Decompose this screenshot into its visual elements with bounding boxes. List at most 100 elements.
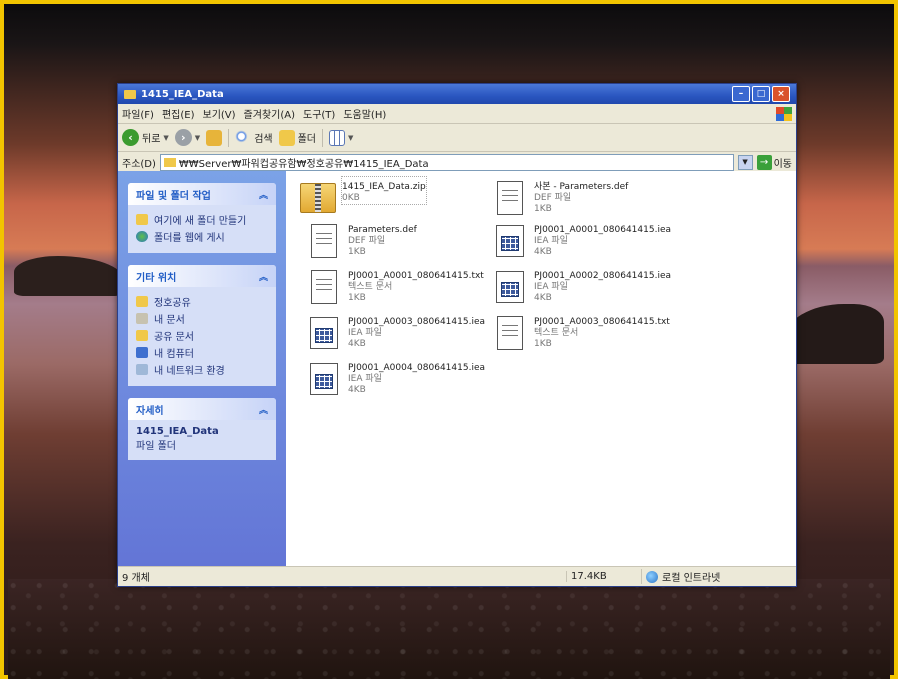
file-name: 사본 - Parameters.def xyxy=(534,182,629,192)
file-item[interactable]: PJ0001_A0004_080641415.iea IEA 파일 4KB xyxy=(306,358,492,398)
chevron-down-icon: ▼ xyxy=(163,133,169,142)
folder-icon xyxy=(124,89,136,99)
place-label: 내 컴퓨터 xyxy=(154,349,194,360)
forward-arrow-icon: › xyxy=(174,129,192,146)
file-size: 1KB xyxy=(534,339,552,349)
back-label: 뒤로 xyxy=(142,134,161,145)
details-panel-header[interactable]: 자세히 ︽ xyxy=(128,398,276,420)
tasks-panel-title: 파일 및 폴더 작업 xyxy=(136,190,211,202)
folders-button[interactable]: 폴더 xyxy=(278,129,316,146)
zip-icon xyxy=(300,183,336,213)
menu-help[interactable]: 도움말(H) xyxy=(343,106,386,121)
chevron-down-icon: ▼ xyxy=(348,133,354,142)
new-folder-icon xyxy=(136,214,148,225)
search-icon xyxy=(235,129,252,146)
file-name: PJ0001_A0001_080641415.iea xyxy=(534,225,671,235)
menu-edit[interactable]: 편집(E) xyxy=(162,106,195,121)
folders-label: 폴더 xyxy=(297,134,316,145)
maximize-button[interactable]: □ xyxy=(752,86,770,102)
file-item[interactable]: 1415_IEA_Data.zip 0KB xyxy=(300,176,486,217)
menu-view[interactable]: 보기(V) xyxy=(203,106,236,121)
task-new-folder[interactable]: 여기에 새 폴더 만들기 xyxy=(136,211,268,228)
collapse-icon[interactable]: ︽ xyxy=(259,270,268,283)
place-label: 내 네트워크 환경 xyxy=(154,366,225,377)
file-type: IEA 파일 xyxy=(534,282,568,292)
address-path: ₩₩Server₩파워컵공유함₩정호공유₩1415_IEA_Data xyxy=(178,158,429,170)
collapse-icon[interactable]: ︽ xyxy=(259,403,268,416)
file-item[interactable]: PJ0001_A0001_080641415.txt 텍스트 문서 1KB xyxy=(306,266,492,306)
chevron-down-icon: ▼ xyxy=(194,133,201,142)
menu-file[interactable]: 파일(F) xyxy=(122,106,154,121)
place-label: 정호공유 xyxy=(154,298,191,309)
file-type: IEA 파일 xyxy=(348,374,382,384)
forward-button[interactable]: › ▼ xyxy=(174,129,201,146)
iea-file-icon xyxy=(310,363,338,395)
iea-file-icon xyxy=(496,225,524,257)
folder-icon xyxy=(163,157,176,167)
file-size: 1KB xyxy=(534,204,552,214)
file-item[interactable]: PJ0001_A0002_080641415.iea IEA 파일 4KB xyxy=(492,266,678,306)
intranet-globe-icon xyxy=(646,570,658,583)
sea-rock xyxy=(14,256,124,296)
place-shared-documents[interactable]: 공유 문서 xyxy=(136,327,268,344)
file-name: PJ0001_A0004_080641415.iea xyxy=(348,363,485,373)
minimize-button[interactable]: – xyxy=(732,86,750,102)
details-type: 파일 폴더 xyxy=(136,441,176,452)
windows-logo-icon xyxy=(776,106,792,121)
task-new-folder-label: 여기에 새 폴더 만들기 xyxy=(154,216,247,227)
place-shared-folder[interactable]: 정호공유 xyxy=(136,293,268,310)
file-item[interactable]: PJ0001_A0003_080641415.iea IEA 파일 4KB xyxy=(306,312,492,352)
file-item[interactable]: Parameters.def DEF 파일 1KB xyxy=(306,220,492,260)
close-button[interactable]: × xyxy=(772,86,790,102)
document-icon xyxy=(311,224,337,258)
title-bar[interactable]: 1415_IEA_Data – □ × xyxy=(118,84,796,104)
toolbar-separator xyxy=(228,128,230,147)
task-publish-web-label: 폴더를 웹에 게시 xyxy=(154,233,225,244)
place-my-computer[interactable]: 내 컴퓨터 xyxy=(136,344,268,361)
collapse-icon[interactable]: ︽ xyxy=(259,188,268,201)
file-size: 0KB xyxy=(342,193,360,203)
task-publish-web[interactable]: 폴더를 웹에 게시 xyxy=(136,228,268,245)
address-input[interactable]: ₩₩Server₩파워컵공유함₩정호공유₩1415_IEA_Data xyxy=(159,153,734,171)
go-button[interactable]: → 이동 xyxy=(756,154,792,170)
other-places-header[interactable]: 기타 위치 ︽ xyxy=(128,265,276,287)
place-my-documents[interactable]: 내 문서 xyxy=(136,310,268,327)
file-item[interactable]: PJ0001_A0001_080641415.iea IEA 파일 4KB xyxy=(492,220,678,260)
content-area: 파일 및 폴더 작업 ︽ 여기에 새 폴더 만들기 폴더를 웹에 게시 기타 위… xyxy=(118,171,796,567)
address-label: 주소(D) xyxy=(122,158,156,170)
file-size: 4KB xyxy=(348,385,366,395)
up-folder-icon[interactable] xyxy=(206,129,223,146)
file-name: Parameters.def xyxy=(348,225,417,235)
file-item[interactable]: 사본 - Parameters.def DEF 파일 1KB xyxy=(492,177,678,217)
file-size: 4KB xyxy=(348,339,366,349)
file-size: 4KB xyxy=(534,293,552,303)
views-button[interactable]: ▼ xyxy=(329,129,354,146)
computer-icon xyxy=(136,347,148,358)
file-name: PJ0001_A0003_080641415.txt xyxy=(534,317,670,327)
status-bar: 9 개체 17.4KB 로컬 인트라넷 xyxy=(118,566,796,586)
iea-file-icon xyxy=(496,271,524,303)
tasks-panel-header[interactable]: 파일 및 폴더 작업 ︽ xyxy=(128,183,276,205)
address-dropdown[interactable]: ▼ xyxy=(737,154,753,170)
details-panel: 자세히 ︽ 1415_IEA_Data 파일 폴더 xyxy=(128,398,276,460)
search-label: 검색 xyxy=(254,134,273,145)
menu-tools[interactable]: 도구(T) xyxy=(303,106,335,121)
publish-web-icon xyxy=(136,231,148,242)
back-button[interactable]: ‹ 뒤로 ▼ xyxy=(122,129,169,146)
window-title: 1415_IEA_Data xyxy=(141,88,224,100)
menu-favorites[interactable]: 즐겨찾기(A) xyxy=(244,106,295,121)
sea-rock xyxy=(784,304,884,364)
file-size: 4KB xyxy=(534,247,552,257)
file-type: DEF 파일 xyxy=(534,193,572,203)
task-pane: 파일 및 폴더 작업 ︽ 여기에 새 폴더 만들기 폴더를 웹에 게시 기타 위… xyxy=(118,171,286,567)
file-item[interactable]: PJ0001_A0003_080641415.txt 텍스트 문서 1KB xyxy=(492,312,678,352)
other-places-panel: 기타 위치 ︽ 정호공유 내 문서 공유 문서 내 컴퓨터 내 네트워크 환경 xyxy=(128,265,276,386)
details-title: 자세히 xyxy=(136,405,164,417)
search-button[interactable]: 검색 xyxy=(235,129,273,146)
file-type: IEA 파일 xyxy=(534,236,568,246)
file-name: 1415_IEA_Data.zip xyxy=(342,182,426,192)
other-places-title: 기타 위치 xyxy=(136,272,177,284)
my-documents-icon xyxy=(136,313,148,324)
place-my-network[interactable]: 내 네트워크 환경 xyxy=(136,361,268,378)
explorer-window: 1415_IEA_Data – □ × 파일(F) 편집(E) 보기(V) 즐겨… xyxy=(117,83,797,587)
